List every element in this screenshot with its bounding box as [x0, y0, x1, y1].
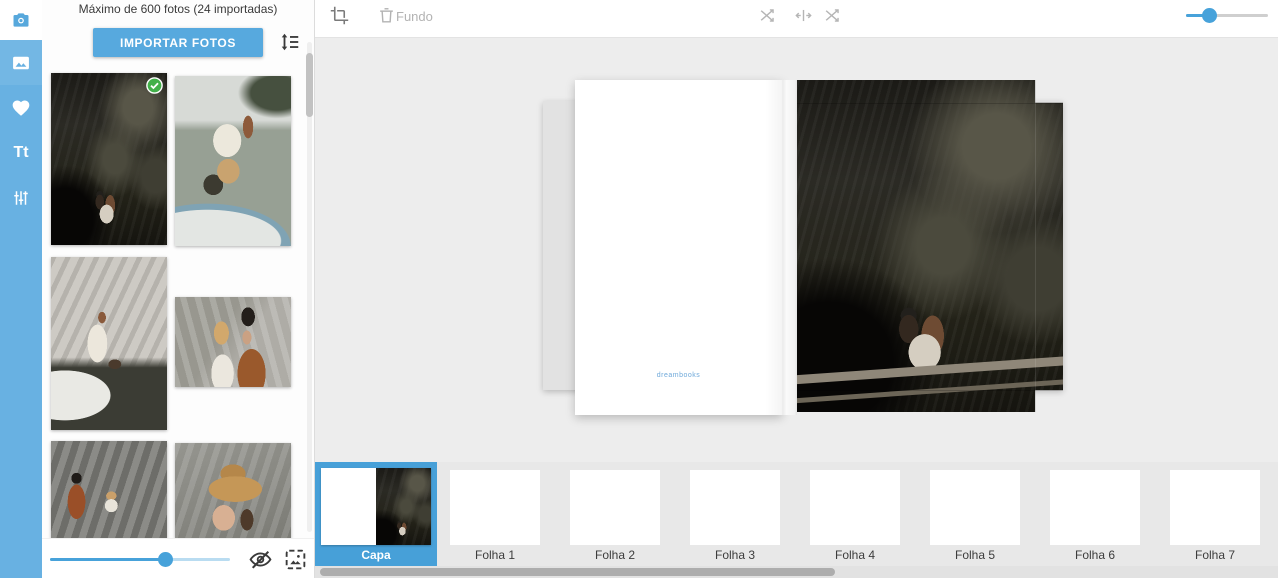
railing-shape — [797, 379, 1063, 404]
background-button-label[interactable]: Fundo — [396, 9, 433, 24]
filmstrip-page-folha-4[interactable] — [810, 470, 900, 545]
railing-shape — [797, 356, 1063, 384]
adjustments-icon — [12, 189, 30, 207]
filmstrip-page-label[interactable]: Folha 7 — [1155, 548, 1275, 562]
photo-thumbnail[interactable] — [175, 76, 291, 246]
trim-guide — [797, 103, 1063, 104]
background-trash-icon[interactable] — [377, 6, 396, 25]
filmstrip-page-label[interactable]: Folha 6 — [1035, 548, 1155, 562]
canvas-zoom-slider-track[interactable] — [1186, 14, 1268, 17]
thumbnail-zoom-slider-thumb[interactable] — [158, 552, 173, 567]
front-cover-photo[interactable] — [797, 80, 1063, 412]
text-icon: Tt — [13, 144, 28, 162]
photo-thumbnail[interactable] — [51, 441, 167, 539]
swap-pages-icon[interactable] — [794, 6, 813, 25]
filmstrip-page-label[interactable]: Folha 4 — [795, 548, 915, 562]
photo-panel: Máximo de 600 fotos (24 importadas) IMPO… — [42, 0, 315, 578]
image-placeholder-button[interactable] — [283, 547, 308, 572]
filmstrip-page-label: Capa — [315, 548, 437, 562]
photo-thumbnail[interactable] — [51, 257, 167, 430]
thumbnail-zoom-slider-fill — [50, 558, 172, 561]
sort-order-icon[interactable] — [279, 31, 301, 53]
capa-thumbnail-photo — [376, 468, 431, 545]
used-check-badge-icon — [146, 77, 163, 94]
filmstrip-page-folha-6[interactable] — [1050, 470, 1140, 545]
panel-footer — [42, 538, 314, 578]
filmstrip-page-folha-3[interactable] — [690, 470, 780, 545]
crop-icon[interactable] — [330, 6, 349, 25]
heart-icon — [11, 98, 31, 118]
bleed-guide — [1035, 80, 1036, 412]
photobook-editor: Tt Máximo de 600 fotos (24 importadas) I… — [0, 0, 1278, 578]
rail-item-adjustments[interactable] — [0, 175, 42, 220]
import-photos-button[interactable]: IMPORTAR FOTOS — [93, 28, 263, 57]
filmstrip-page-folha-7[interactable] — [1170, 470, 1260, 545]
filmstrip-page-label[interactable]: Folha 2 — [555, 548, 675, 562]
filmstrip-page-folha-2[interactable] — [570, 470, 660, 545]
rail-item-favorites[interactable] — [0, 85, 42, 130]
cover-spine — [782, 80, 797, 415]
filmstrip-page-label[interactable]: Folha 5 — [915, 548, 1035, 562]
shuffle-photos-icon[interactable] — [823, 6, 842, 25]
thumbnail-zoom-slider-track[interactable] — [50, 558, 230, 561]
filmstrip-page-capa[interactable]: Capa — [315, 462, 437, 566]
rail-item-photos[interactable] — [0, 40, 42, 85]
rail-item-camera[interactable] — [0, 0, 42, 40]
canvas-zoom-slider-thumb[interactable] — [1202, 8, 1217, 23]
rail-tabs: Tt — [0, 40, 42, 578]
rail-item-text[interactable]: Tt — [0, 130, 42, 175]
filmstrip-page-folha-5[interactable] — [930, 470, 1020, 545]
photo-limit-text: Máximo de 600 fotos (24 importadas) — [42, 2, 314, 16]
photos-icon — [11, 53, 31, 73]
shuffle-layout-icon[interactable] — [758, 6, 777, 25]
photo-thumbnail[interactable] — [175, 443, 291, 539]
photo-thumbnail[interactable] — [51, 73, 167, 245]
filmstrip-scrollbar-thumb[interactable] — [320, 568, 835, 576]
capa-thumbnail — [321, 468, 431, 545]
hide-used-photos-button[interactable] — [248, 547, 273, 572]
filmstrip-page-folha-1[interactable] — [450, 470, 540, 545]
pages-filmstrip: Capa Folha 1 Folha 2 Folha 3 Folha 4 Fol… — [315, 462, 1278, 566]
camera-icon — [11, 10, 31, 30]
panel-scrollbar-thumb[interactable] — [306, 53, 313, 117]
canvas-toolbar: Fundo — [315, 0, 1278, 38]
trim-guide — [797, 390, 1063, 391]
brand-logo-text: dreambooks — [575, 372, 782, 379]
photo-thumbnail[interactable] — [175, 297, 291, 387]
book-canvas[interactable]: dreambooks — [315, 38, 1278, 462]
filmstrip-page-label[interactable]: Folha 3 — [675, 548, 795, 562]
back-cover-page[interactable] — [575, 80, 782, 415]
filmstrip-page-label[interactable]: Folha 1 — [435, 548, 555, 562]
left-rail: Tt — [0, 0, 42, 578]
filmstrip-scrollbar-track[interactable] — [315, 566, 1278, 578]
